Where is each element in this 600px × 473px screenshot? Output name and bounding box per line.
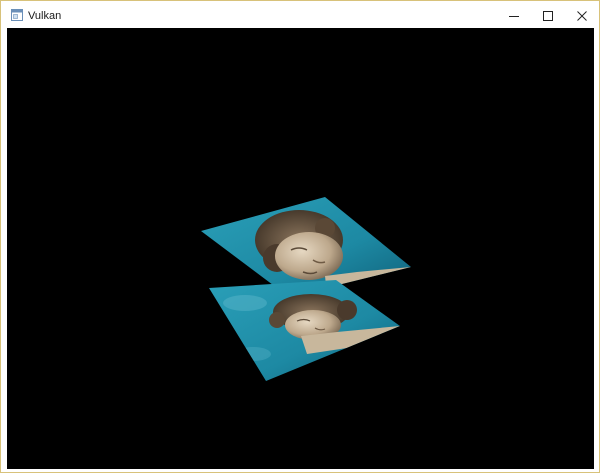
minimize-icon: [509, 16, 519, 17]
application-window: Vulkan: [0, 0, 600, 473]
close-icon: [577, 11, 587, 21]
application-window-icon: [11, 9, 23, 21]
vulkan-render-viewport[interactable]: [7, 28, 594, 469]
render-scene: [201, 197, 411, 381]
close-button[interactable]: [565, 1, 599, 31]
title-bar[interactable]: Vulkan: [1, 1, 599, 31]
maximize-button[interactable]: [531, 1, 565, 31]
textured-quad-front: [209, 280, 400, 381]
maximize-icon: [543, 11, 553, 21]
minimize-button[interactable]: [497, 1, 531, 31]
window-title: Vulkan: [28, 10, 62, 22]
window-controls: [497, 1, 599, 31]
